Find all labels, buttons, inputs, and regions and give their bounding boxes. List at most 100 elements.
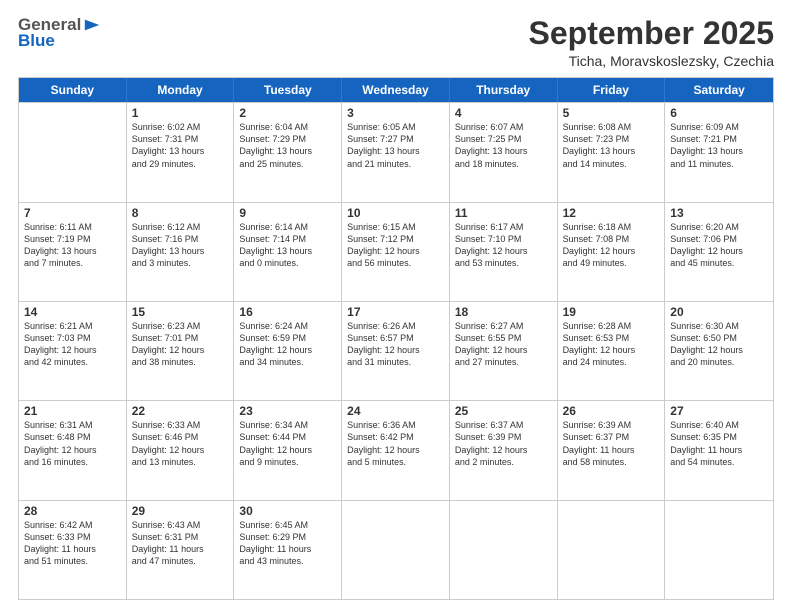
cell-text: and 16 minutes. [24,456,121,468]
cell-text: Daylight: 12 hours [670,344,768,356]
cell-text: Sunrise: 6:43 AM [132,519,229,531]
cell-text: Sunrise: 6:28 AM [563,320,660,332]
day-number: 8 [132,206,229,220]
calendar-cell: 30Sunrise: 6:45 AMSunset: 6:29 PMDayligh… [234,501,342,599]
cell-text: Sunrise: 6:37 AM [455,419,552,431]
cell-text: and 53 minutes. [455,257,552,269]
calendar-header-row: SundayMondayTuesdayWednesdayThursdayFrid… [19,78,773,102]
cell-text: Daylight: 11 hours [239,543,336,555]
cell-text: and 25 minutes. [239,158,336,170]
calendar-cell: 18Sunrise: 6:27 AMSunset: 6:55 PMDayligh… [450,302,558,400]
day-number: 20 [670,305,768,319]
cell-text: and 56 minutes. [347,257,444,269]
day-number: 15 [132,305,229,319]
calendar-header-wednesday: Wednesday [342,78,450,102]
calendar-body: 1Sunrise: 6:02 AMSunset: 7:31 PMDaylight… [19,102,773,599]
cell-text: Daylight: 12 hours [670,245,768,257]
cell-text: Sunrise: 6:31 AM [24,419,121,431]
day-number: 5 [563,106,660,120]
calendar-header-monday: Monday [127,78,235,102]
cell-text: Sunset: 7:16 PM [132,233,229,245]
cell-text: Sunrise: 6:11 AM [24,221,121,233]
day-number: 27 [670,404,768,418]
cell-text: Daylight: 12 hours [347,245,444,257]
calendar-cell: 6Sunrise: 6:09 AMSunset: 7:21 PMDaylight… [665,103,773,201]
day-number: 24 [347,404,444,418]
location: Ticha, Moravskoslezsky, Czechia [529,53,774,69]
cell-text: Daylight: 13 hours [132,245,229,257]
day-number: 19 [563,305,660,319]
day-number: 23 [239,404,336,418]
cell-text: Daylight: 12 hours [563,344,660,356]
cell-text: Sunset: 6:48 PM [24,431,121,443]
cell-text: and 54 minutes. [670,456,768,468]
day-number: 6 [670,106,768,120]
cell-text: Sunset: 6:59 PM [239,332,336,344]
cell-text: Sunrise: 6:17 AM [455,221,552,233]
cell-text: Sunrise: 6:27 AM [455,320,552,332]
cell-text: Sunrise: 6:40 AM [670,419,768,431]
cell-text: Daylight: 12 hours [455,245,552,257]
day-number: 1 [132,106,229,120]
cell-text: and 3 minutes. [132,257,229,269]
cell-text: Daylight: 12 hours [132,344,229,356]
cell-text: Daylight: 12 hours [24,444,121,456]
cell-text: Daylight: 11 hours [132,543,229,555]
calendar-cell: 9Sunrise: 6:14 AMSunset: 7:14 PMDaylight… [234,203,342,301]
cell-text: and 21 minutes. [347,158,444,170]
cell-text: and 47 minutes. [132,555,229,567]
cell-text: Daylight: 11 hours [24,543,121,555]
calendar: SundayMondayTuesdayWednesdayThursdayFrid… [18,77,774,600]
calendar-cell: 16Sunrise: 6:24 AMSunset: 6:59 PMDayligh… [234,302,342,400]
cell-text: and 18 minutes. [455,158,552,170]
day-number: 9 [239,206,336,220]
cell-text: Daylight: 13 hours [24,245,121,257]
calendar-week-3: 14Sunrise: 6:21 AMSunset: 7:03 PMDayligh… [19,301,773,400]
cell-text: and 13 minutes. [132,456,229,468]
cell-text: Sunrise: 6:20 AM [670,221,768,233]
cell-text: Sunrise: 6:24 AM [239,320,336,332]
calendar-cell: 13Sunrise: 6:20 AMSunset: 7:06 PMDayligh… [665,203,773,301]
day-number: 7 [24,206,121,220]
day-number: 13 [670,206,768,220]
calendar-cell: 19Sunrise: 6:28 AMSunset: 6:53 PMDayligh… [558,302,666,400]
cell-text: Sunset: 7:27 PM [347,133,444,145]
cell-text: Sunset: 6:46 PM [132,431,229,443]
cell-text: Sunset: 6:31 PM [132,531,229,543]
cell-text: Sunrise: 6:07 AM [455,121,552,133]
cell-text: Sunset: 7:06 PM [670,233,768,245]
cell-text: Sunrise: 6:15 AM [347,221,444,233]
cell-text: and 2 minutes. [455,456,552,468]
cell-text: and 38 minutes. [132,356,229,368]
cell-text: Sunset: 7:29 PM [239,133,336,145]
calendar-cell [665,501,773,599]
cell-text: Sunrise: 6:21 AM [24,320,121,332]
calendar-cell: 15Sunrise: 6:23 AMSunset: 7:01 PMDayligh… [127,302,235,400]
calendar-header-saturday: Saturday [665,78,773,102]
cell-text: Daylight: 13 hours [563,145,660,157]
cell-text: Daylight: 13 hours [455,145,552,157]
cell-text: Sunset: 7:14 PM [239,233,336,245]
day-number: 12 [563,206,660,220]
cell-text: Sunset: 7:31 PM [132,133,229,145]
calendar-week-2: 7Sunrise: 6:11 AMSunset: 7:19 PMDaylight… [19,202,773,301]
day-number: 4 [455,106,552,120]
cell-text: and 51 minutes. [24,555,121,567]
cell-text: and 7 minutes. [24,257,121,269]
cell-text: Sunrise: 6:14 AM [239,221,336,233]
calendar-cell: 26Sunrise: 6:39 AMSunset: 6:37 PMDayligh… [558,401,666,499]
cell-text: Daylight: 12 hours [132,444,229,456]
calendar-cell: 29Sunrise: 6:43 AMSunset: 6:31 PMDayligh… [127,501,235,599]
day-number: 10 [347,206,444,220]
calendar-cell: 11Sunrise: 6:17 AMSunset: 7:10 PMDayligh… [450,203,558,301]
calendar-week-4: 21Sunrise: 6:31 AMSunset: 6:48 PMDayligh… [19,400,773,499]
calendar-cell [342,501,450,599]
cell-text: Daylight: 12 hours [563,245,660,257]
cell-text: Sunset: 6:33 PM [24,531,121,543]
cell-text: Sunrise: 6:04 AM [239,121,336,133]
calendar-cell: 23Sunrise: 6:34 AMSunset: 6:44 PMDayligh… [234,401,342,499]
cell-text: Sunrise: 6:42 AM [24,519,121,531]
calendar-cell: 12Sunrise: 6:18 AMSunset: 7:08 PMDayligh… [558,203,666,301]
day-number: 22 [132,404,229,418]
calendar-cell: 1Sunrise: 6:02 AMSunset: 7:31 PMDaylight… [127,103,235,201]
